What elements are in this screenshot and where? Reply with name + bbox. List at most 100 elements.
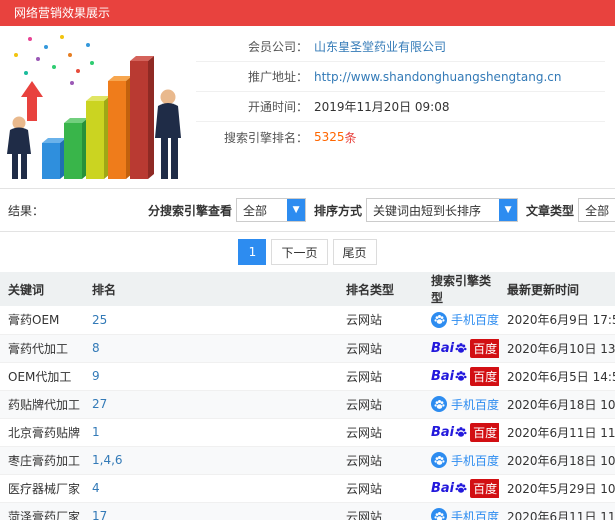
table-row: 菏泽膏药厂家 17 云网站 手机百度 2020年6月11日 11:17: [0, 502, 615, 520]
bar-chart-illustration: [7, 35, 181, 179]
engine-cell: 手机百度: [423, 446, 499, 475]
baidu-paw-icon: [455, 371, 467, 381]
keyword-cell: 北京膏药贴牌: [0, 418, 84, 447]
table-row: 膏药代加工 8 云网站 Bai 百度 2020年6月10日 13:40: [0, 334, 615, 363]
info-row-company: 会员公司： 山东皇圣堂药业有限公司: [196, 32, 605, 62]
promo-url-link[interactable]: http://www.shandonghuangshengtang.cn: [314, 70, 561, 84]
person-left-icon: [7, 116, 31, 179]
company-info: 会员公司： 山东皇圣堂药业有限公司 推广地址： http://www.shand…: [196, 26, 615, 188]
engine-cell: Bai 百度: [423, 418, 499, 447]
baidu-logo-latin: Bai: [431, 368, 455, 384]
rank-count-label: 搜索引擎排名：: [223, 130, 308, 145]
rank-cell: 25: [84, 306, 338, 335]
baidu-paw-icon: [433, 511, 445, 520]
keyword-cell: 药贴牌代加工: [0, 390, 84, 419]
column-header-updated: 最新更新时间: [499, 272, 615, 306]
article-type-label: 文章类型: [526, 203, 575, 218]
updated-time-cell: 2020年6月18日 10:25: [499, 390, 615, 419]
baidu-logo-cn: 百度: [470, 478, 499, 498]
rank-cell: 27: [84, 390, 338, 419]
rank-cell: 8: [84, 334, 338, 363]
engine-cell: 手机百度: [423, 306, 499, 335]
table-row: 膏药OEM 25 云网站 手机百度 2020年6月9日 17:50: [0, 306, 615, 335]
rank-link[interactable]: 25: [92, 313, 107, 327]
bars: [42, 56, 154, 179]
baidu-logo-latin: Bai: [431, 480, 455, 496]
rank-cell: 1: [84, 418, 338, 447]
page-number-current[interactable]: 1: [238, 239, 267, 265]
article-type-select[interactable]: 全部 ▼: [578, 198, 615, 222]
baidu-logo: Bai 百度: [431, 478, 499, 498]
sort-select[interactable]: 关键词由短到长排序 ▼: [366, 198, 519, 222]
keyword-cell: 膏药OEM: [0, 306, 84, 335]
filter-bar: 结果： 分搜索引擎查看 全部 ▼ 排序方式 关键词由短到长排序 ▼ 文章类型 全…: [0, 189, 615, 232]
column-header-rank-type: 排名类型: [338, 272, 423, 306]
column-header-engine-type: 搜索引擎类型: [423, 272, 499, 306]
baidu-paw-icon: [433, 399, 445, 409]
article-type-value: 全部: [585, 203, 610, 218]
updated-time-cell: 2020年6月9日 17:50: [499, 306, 615, 335]
mobile-baidu-logo: 手机百度: [431, 508, 499, 520]
mobile-baidu-label: 手机百度: [451, 453, 499, 468]
updated-time-cell: 2020年6月11日 11:17: [499, 502, 615, 520]
engine-filter-value: 全部: [243, 203, 268, 218]
rank-link[interactable]: 27: [92, 397, 107, 411]
info-row-url: 推广地址： http://www.shandonghuangshengtang.…: [196, 62, 605, 92]
baidu-paw-icon: [433, 315, 445, 325]
hero-section: 会员公司： 山东皇圣堂药业有限公司 推广地址： http://www.shand…: [0, 26, 615, 189]
mobile-baidu-label: 手机百度: [451, 509, 499, 520]
marketing-illustration: [0, 26, 196, 188]
pagination: 1 下一页 尾页: [0, 232, 615, 272]
sort-value: 关键词由短到长排序: [373, 203, 482, 218]
rank-link[interactable]: 8: [92, 341, 100, 355]
keyword-cell: 医疗器械厂家: [0, 474, 84, 503]
table-row: 药贴牌代加工 27 云网站 手机百度 2020年6月18日 10:25: [0, 390, 615, 419]
company-label: 会员公司：: [247, 40, 308, 54]
info-row-rank-count: 搜索引擎排名： 5325 条: [196, 122, 605, 152]
mobile-baidu-logo: 手机百度: [431, 396, 499, 413]
rank-count-value: 5325: [314, 130, 345, 144]
updated-time-cell: 2020年6月5日 14:57: [499, 362, 615, 391]
rank-link[interactable]: 17: [92, 509, 107, 520]
keyword-cell: 膏药代加工: [0, 334, 84, 363]
mobile-baidu-logo: 手机百度: [431, 311, 499, 328]
info-row-open-time: 开通时间： 2019年11月20日 09:08: [196, 92, 605, 122]
last-page-button[interactable]: 尾页: [332, 239, 377, 265]
mobile-baidu-icon: [431, 508, 447, 520]
baidu-paw-icon: [455, 483, 467, 493]
keyword-cell: OEM代加工: [0, 362, 84, 391]
table-header-row: 关键词 排名 排名类型 搜索引擎类型 最新更新时间: [0, 272, 615, 306]
rank-link[interactable]: 1: [92, 425, 100, 439]
engine-cell: 手机百度: [423, 390, 499, 419]
company-name-link[interactable]: 山东皇圣堂药业有限公司: [314, 38, 446, 55]
rank-cell: 1,4,6: [84, 446, 338, 475]
table-row: 医疗器械厂家 4 云网站 Bai 百度 2020年5月29日 10:32: [0, 474, 615, 503]
rank-type-cell: 云网站: [338, 446, 423, 475]
engine-filter-select[interactable]: 全部 ▼: [236, 198, 307, 222]
rank-type-cell: 云网站: [338, 362, 423, 391]
open-time-value: 2019年11月20日 09:08: [314, 100, 450, 114]
baidu-logo-latin: Bai: [431, 424, 455, 440]
baidu-logo: Bai 百度: [431, 338, 499, 358]
engine-filter-label: 分搜索引擎查看: [148, 203, 233, 218]
rank-type-cell: 云网站: [338, 474, 423, 503]
engine-cell: Bai 百度: [423, 474, 499, 503]
baidu-logo-cn: 百度: [470, 366, 499, 386]
baidu-logo-latin: Bai: [431, 340, 455, 356]
baidu-logo: Bai 百度: [431, 422, 499, 442]
engine-cell: 手机百度: [423, 502, 499, 520]
rank-link[interactable]: 4: [92, 481, 100, 495]
rank-link[interactable]: 9: [92, 369, 100, 383]
page-title: 网络营销效果展示: [14, 6, 111, 20]
baidu-paw-icon: [433, 455, 445, 465]
rank-cell: 4: [84, 474, 338, 503]
table-row: 枣庄膏药加工 1,4,6 云网站 手机百度 2020年6月18日 10:19: [0, 446, 615, 475]
next-page-button[interactable]: 下一页: [271, 239, 328, 265]
rank-type-cell: 云网站: [338, 390, 423, 419]
baidu-logo: Bai 百度: [431, 366, 499, 386]
baidu-logo-cn: 百度: [470, 338, 499, 358]
baidu-paw-icon: [455, 343, 467, 353]
app-header: 网络营销效果展示: [0, 0, 615, 26]
results-table: 关键词 排名 排名类型 搜索引擎类型 最新更新时间 膏药OEM 25 云网站 手…: [0, 272, 615, 520]
rank-link[interactable]: 1,4,6: [92, 453, 123, 467]
